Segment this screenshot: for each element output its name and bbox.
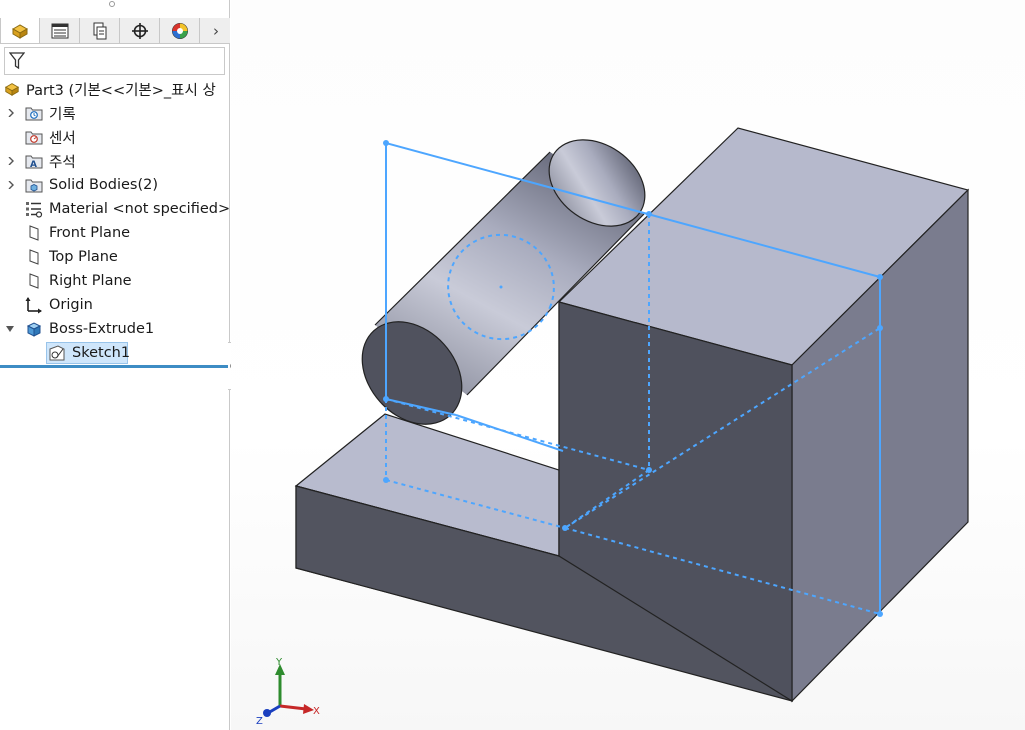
tree-item-label: Right Plane xyxy=(49,273,132,289)
tab-dimxpert-manager[interactable] xyxy=(120,18,160,43)
rollback-bar[interactable] xyxy=(0,365,228,368)
material-icon xyxy=(25,200,43,218)
plane-icon xyxy=(25,272,43,290)
part-icon xyxy=(3,80,21,98)
tree-root-part[interactable]: Part3 (기본<<기본>_표시 상 xyxy=(0,77,228,101)
tree-item-history[interactable]: 기록 xyxy=(0,101,228,125)
tab-display-manager[interactable] xyxy=(160,18,200,43)
origin-icon xyxy=(25,296,43,314)
tree-item-boss-extrude1[interactable]: Boss-Extrude1 xyxy=(0,317,228,341)
tree-item-origin[interactable]: Origin xyxy=(0,293,228,317)
svg-text:A: A xyxy=(30,160,37,169)
tree-item-label: Origin xyxy=(49,297,93,313)
tree-item-label: Sketch1 xyxy=(72,345,131,361)
tree-item-label: 주석 xyxy=(49,154,76,171)
history-folder-icon xyxy=(25,104,43,122)
tree-item-label: Solid Bodies(2) xyxy=(49,177,159,193)
sensor-icon xyxy=(25,128,43,146)
panel-grip-icon[interactable] xyxy=(109,1,115,7)
triad-x-label: X xyxy=(313,706,320,717)
tab-property-manager[interactable] xyxy=(40,18,80,43)
tree-item-front-plane[interactable]: Front Plane xyxy=(0,221,228,245)
tree-item-sensors[interactable]: 센서 xyxy=(0,125,228,149)
extrude-icon xyxy=(25,320,43,338)
tree-item-label: Top Plane xyxy=(49,249,118,265)
feature-manager-panel: › Part3 (기본<<기본>_표시 상 기록 센서 A 주석 Solid B… xyxy=(0,0,230,730)
tree-filter-input[interactable] xyxy=(4,47,225,75)
expand-arrow-icon[interactable] xyxy=(6,180,16,190)
manager-tab-bar: › xyxy=(0,18,230,44)
reference-triad: Y X Z xyxy=(256,657,320,727)
triad-z-label: Z xyxy=(256,716,263,727)
tree-item-annotations[interactable]: A 주석 xyxy=(0,149,228,173)
filter-icon xyxy=(9,52,25,70)
sketch-icon xyxy=(48,344,66,362)
tree-item-label: 센서 xyxy=(49,130,76,147)
solid-bodies-icon xyxy=(25,176,43,194)
tree-item-top-plane[interactable]: Top Plane xyxy=(0,245,228,269)
tree-item-label: Front Plane xyxy=(49,225,131,241)
tree-item-label: Boss-Extrude1 xyxy=(49,321,155,337)
tree-item-right-plane[interactable]: Right Plane xyxy=(0,269,228,293)
model-view[interactable]: Y X Z xyxy=(231,0,1025,730)
plane-icon xyxy=(25,224,43,242)
tab-feature-manager[interactable] xyxy=(0,18,40,43)
collapse-arrow-icon[interactable] xyxy=(5,324,15,334)
tree-item-label: Material <not specified> xyxy=(49,201,231,217)
appearance-icon xyxy=(171,22,188,39)
triad-y-label: Y xyxy=(275,657,283,668)
configuration-manager-icon xyxy=(93,22,106,39)
tab-configuration-manager[interactable] xyxy=(80,18,120,43)
tree-root-label: Part3 (기본<<기본>_표시 상 xyxy=(26,82,216,99)
graphics-area[interactable]: Y X Z xyxy=(231,0,1025,730)
tree-item-label: 기록 xyxy=(49,106,76,123)
expand-arrow-icon[interactable] xyxy=(6,108,16,118)
expand-arrow-icon[interactable] xyxy=(6,156,16,166)
part-icon xyxy=(11,23,29,39)
tree-item-solid-bodies[interactable]: Solid Bodies(2) xyxy=(0,173,228,197)
property-manager-icon xyxy=(51,23,68,38)
tree-item-sketch1[interactable]: Sketch1 xyxy=(0,341,228,365)
tab-scroll-right-button[interactable]: › xyxy=(203,18,229,43)
annotations-icon: A xyxy=(25,152,43,170)
tree-item-material[interactable]: Material <not specified> xyxy=(0,197,231,221)
crosshair-icon xyxy=(131,22,148,39)
plane-icon xyxy=(25,248,43,266)
